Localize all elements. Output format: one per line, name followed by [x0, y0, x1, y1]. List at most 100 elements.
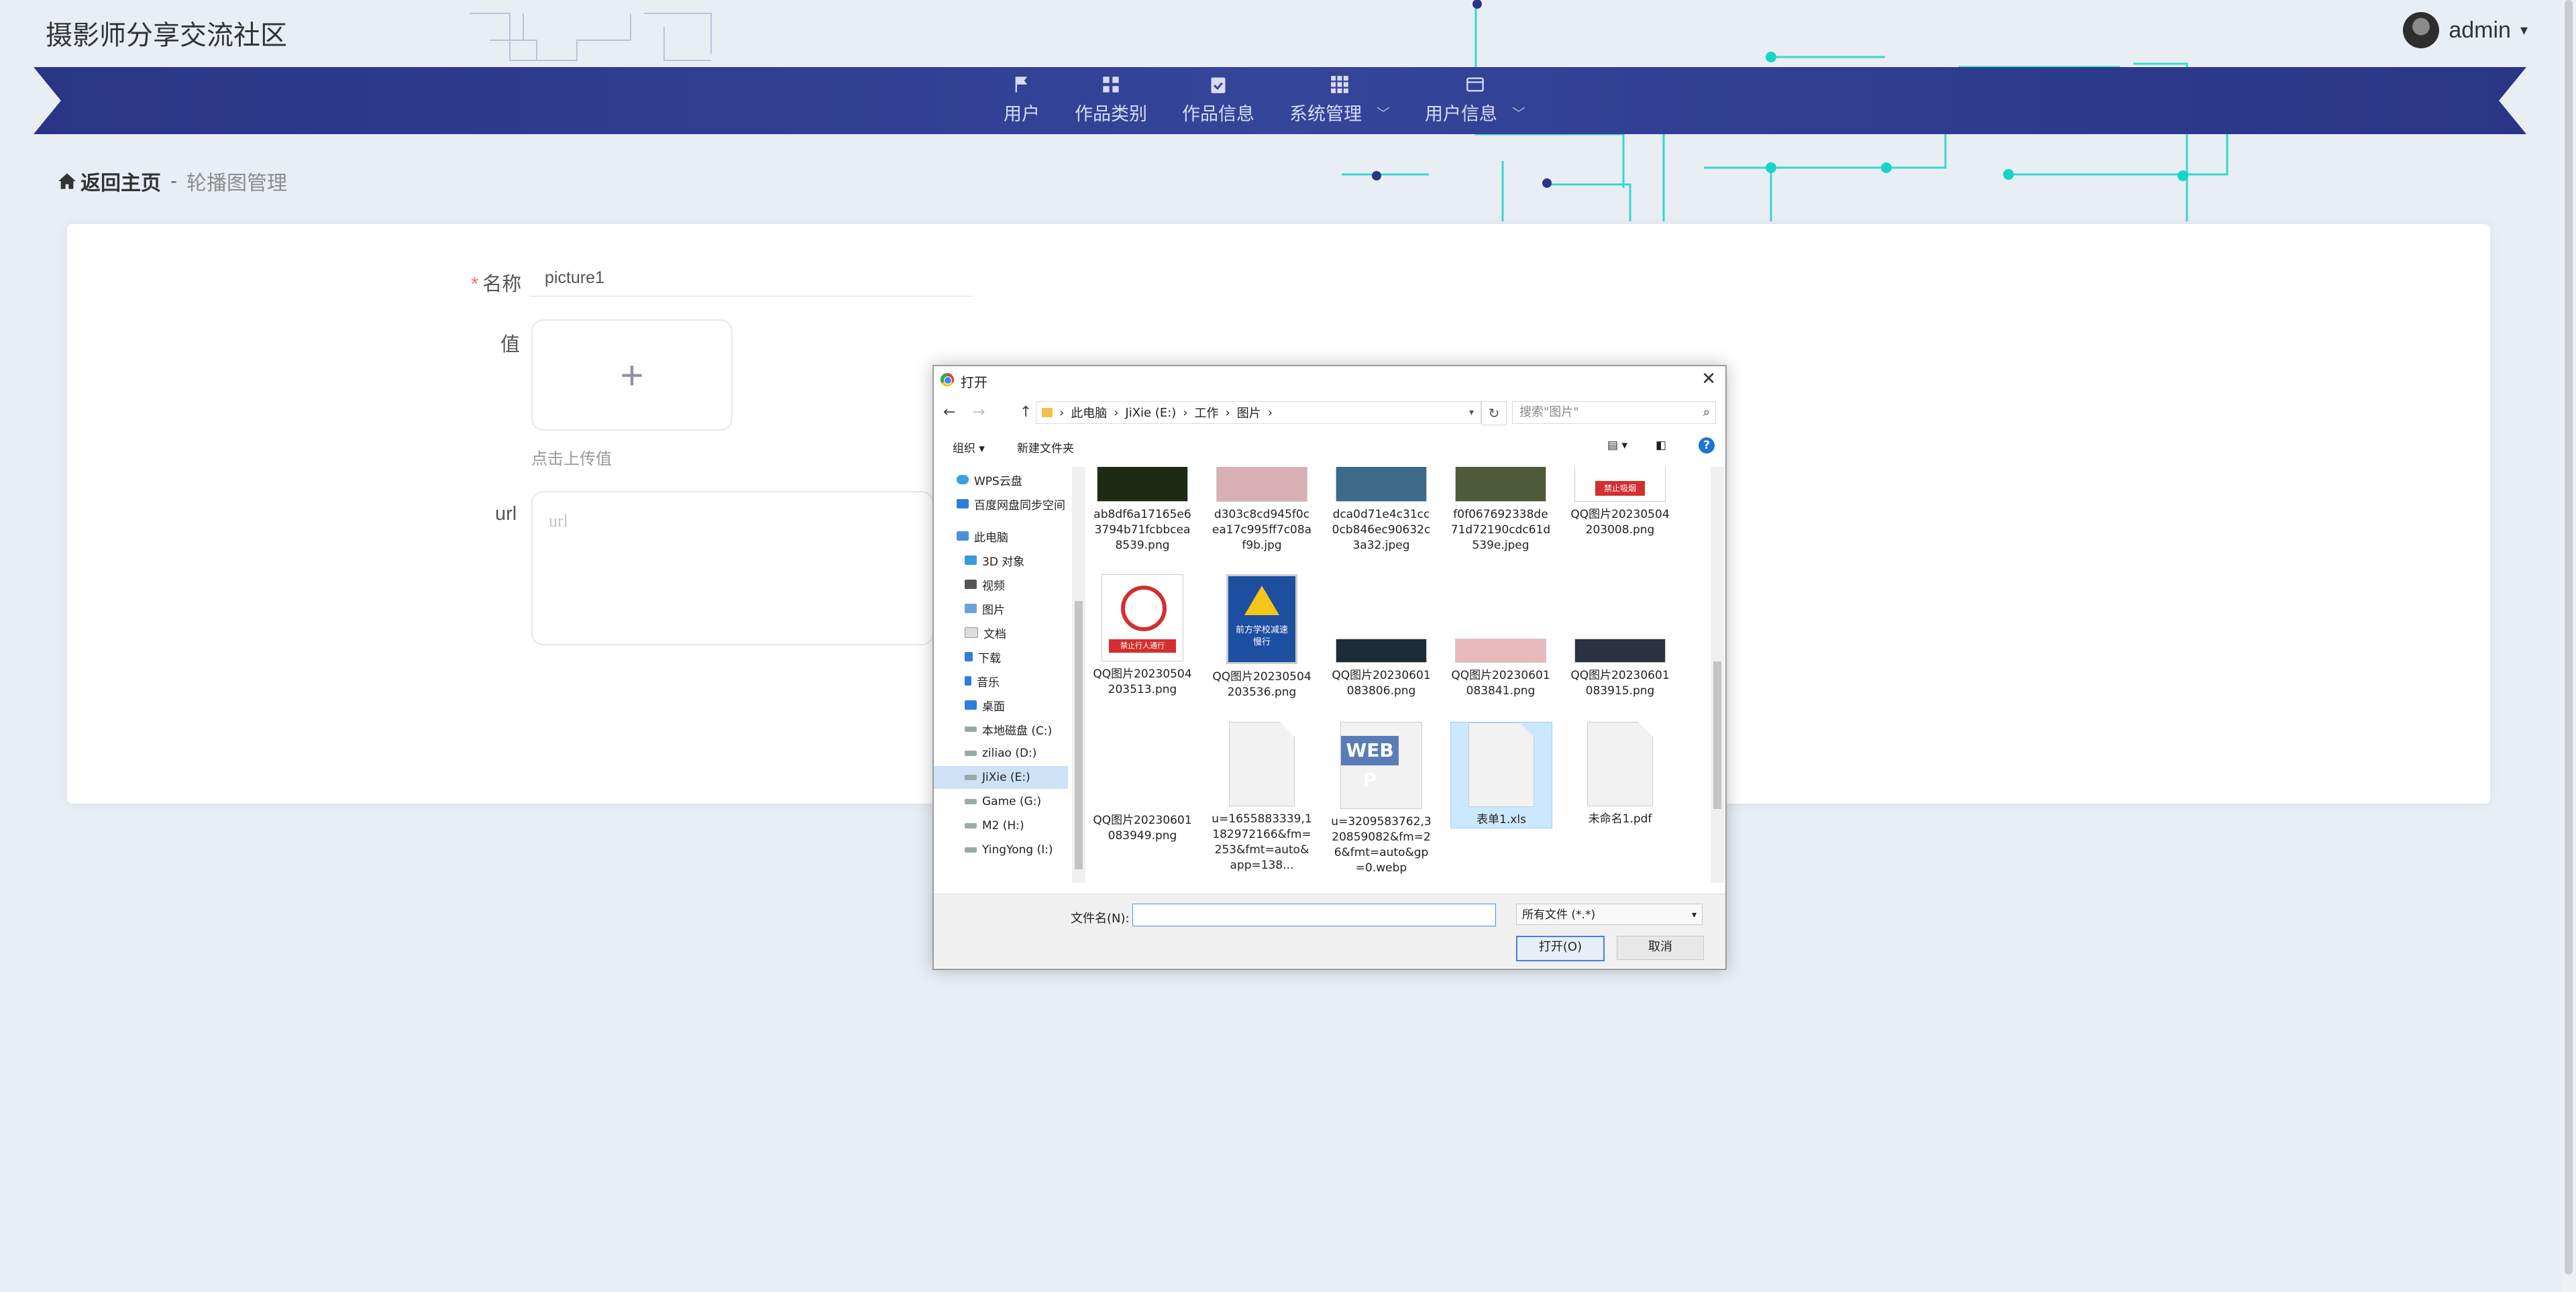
- sign-label: 禁止行人通行: [1109, 639, 1176, 653]
- name-label: * 名称: [471, 268, 521, 297]
- cloud-icon: [957, 475, 969, 484]
- cancel-button[interactable]: 取消: [1617, 936, 1704, 960]
- file-tile[interactable]: QQ图片20230601083806.png: [1331, 574, 1432, 699]
- nav-pane-item[interactable]: M2 (H:): [934, 814, 1068, 837]
- folder-icon: [1042, 408, 1053, 417]
- path-segment[interactable]: 工作: [1195, 404, 1219, 421]
- search-input[interactable]: 搜索"图片" ⌕: [1512, 401, 1716, 424]
- upload-button[interactable]: +: [531, 319, 733, 431]
- user-menu[interactable]: admin ▾: [2403, 12, 2528, 48]
- chevron-down-icon[interactable]: ▾: [1469, 407, 1474, 418]
- site-title: 摄影师分享交流社区: [46, 21, 287, 50]
- address-bar[interactable]: › 此电脑 › JiXie (E:) › 工作 › 图片 › ▾: [1036, 401, 1481, 424]
- file-tile[interactable]: u=1655883339,1182972166&fm=253&fmt=auto&…: [1212, 722, 1312, 873]
- page-scrollbar[interactable]: [2561, 0, 2576, 1292]
- nav-pane-item[interactable]: JiXie (E:): [934, 766, 1068, 789]
- path-segment[interactable]: JiXie (E:): [1125, 406, 1176, 420]
- filetype-select[interactable]: 所有文件 (*.*) ▾: [1516, 904, 1703, 925]
- nav-pane-item[interactable]: 下载: [934, 645, 1068, 668]
- nav-pane-item[interactable]: 本地磁盘 (C:): [934, 718, 1068, 741]
- nav-pane-item[interactable]: 此电脑: [934, 525, 1068, 547]
- nav-pane-label: ziliao (D:): [982, 747, 1037, 760]
- file-name: ab8df6a17165e63794b71fcbbcea8539.png: [1093, 508, 1191, 552]
- view-icon[interactable]: ▤ ▾: [1607, 439, 1627, 452]
- nav-pane-item[interactable]: 百度网盘同步空间: [934, 492, 1068, 515]
- breadcrumb-home-label: 返回主页: [80, 172, 161, 195]
- path-separator: ›: [1059, 405, 1065, 420]
- breadcrumb-separator: -: [170, 170, 177, 192]
- scrollbar-thumb[interactable]: [1075, 601, 1083, 869]
- file-list: ab8df6a17165e63794b71fcbbcea8539.png d303…: [1085, 467, 1703, 883]
- new-folder-button[interactable]: 新建文件夹: [1017, 439, 1074, 455]
- path-segment[interactable]: 图片: [1237, 404, 1261, 421]
- dialog-titlebar: 打开 ✕: [934, 366, 1725, 393]
- search-icon: ⌕: [1703, 405, 1710, 419]
- scrollbar-thumb[interactable]: [1713, 661, 1721, 809]
- scrollbar-thumb[interactable]: [2565, 0, 2573, 1275]
- file-tile[interactable]: dca0d71e4c31cc0cb846ec90632c3a32.jpeg: [1331, 467, 1432, 553]
- file-list-scrollbar[interactable]: [1711, 467, 1724, 883]
- sign-label: 前方学校减速慢行: [1235, 625, 1288, 647]
- nav-pane-item[interactable]: Game (G:): [934, 790, 1068, 813]
- file-tile[interactable]: 禁止吸烟 QQ图片20230504203008.png: [1570, 467, 1670, 538]
- file-name: 表单1.xls: [1477, 813, 1526, 826]
- file-tile[interactable]: 未命名1.pdf: [1570, 722, 1670, 827]
- file-tile[interactable]: QQ图片20230601083841.png: [1450, 574, 1551, 699]
- file-tile[interactable]: QQ图片20230601083915.png: [1570, 574, 1670, 699]
- nav-item-users[interactable]: 用户: [986, 75, 1057, 125]
- preview-pane-icon[interactable]: ◧: [1656, 439, 1666, 452]
- refresh-button[interactable]: ↻: [1481, 401, 1507, 425]
- top-header: 摄影师分享交流社区 admin ▾: [0, 0, 2576, 67]
- nav-item-user-info[interactable]: 用户信息 ﹀: [1407, 75, 1543, 125]
- file-tile[interactable]: d303c8cd945f0cea17c995ff7c08af9b.jpg: [1212, 467, 1312, 553]
- forward-button[interactable]: →: [973, 404, 985, 421]
- help-icon[interactable]: ?: [1699, 437, 1715, 453]
- file-tile[interactable]: WEBP u=3209583762,320859082&fm=26&fmt=aut…: [1331, 722, 1432, 876]
- nav-pane-item[interactable]: 桌面: [934, 694, 1068, 716]
- nav-pane-item[interactable]: WPS云盘: [934, 468, 1068, 491]
- file-tile[interactable]: 前方学校减速慢行 QQ图片20230504203536.png: [1212, 574, 1312, 700]
- close-icon[interactable]: ✕: [1701, 369, 1716, 389]
- file-tile[interactable]: QQ图片20230601083949.png: [1092, 722, 1193, 844]
- nav-pane-item[interactable]: YingYong (I:): [934, 839, 1068, 861]
- nav-item-work-category[interactable]: 作品类别: [1057, 75, 1165, 125]
- nav-item-work-info[interactable]: 作品信息: [1165, 75, 1272, 125]
- filename-label: 文件名(N):: [1071, 912, 1130, 926]
- nav-pane-item[interactable]: 视频: [934, 573, 1068, 596]
- path-separator: ›: [1225, 405, 1230, 420]
- file-tile[interactable]: 表单1.xls: [1450, 722, 1552, 828]
- nav-pane-item[interactable]: 3D 对象: [934, 549, 1068, 572]
- path-separator: ›: [1183, 405, 1188, 420]
- name-input[interactable]: picture1: [530, 259, 973, 297]
- breadcrumb-home[interactable]: 返回主页: [58, 166, 161, 196]
- image-thumbnail: [1097, 467, 1188, 502]
- value-label: 值: [500, 334, 521, 356]
- nav-item-system-management[interactable]: 系统管理 ﹀: [1272, 75, 1407, 125]
- drive-icon: [965, 775, 977, 780]
- back-button[interactable]: ←: [943, 404, 955, 421]
- url-textarea[interactable]: url: [531, 491, 934, 645]
- path-segment[interactable]: 此电脑: [1071, 404, 1107, 421]
- nav-pane-item[interactable]: 文档: [934, 621, 1068, 644]
- path-separator: ›: [1267, 405, 1273, 420]
- warning-icon: [1244, 586, 1279, 615]
- webp-badge: WEBP: [1341, 736, 1399, 791]
- file-tile[interactable]: f0f067692338de71d72190cdc61d539e.jpeg: [1450, 467, 1551, 553]
- file-tile[interactable]: ab8df6a17165e63794b71fcbbcea8539.png: [1092, 467, 1193, 553]
- file-tile[interactable]: 禁止行人通行 QQ图片20230504203513.png: [1092, 574, 1193, 698]
- nav-item-label: 系统管理: [1289, 104, 1362, 124]
- nav-pane-item[interactable]: 图片: [934, 597, 1068, 620]
- organize-button[interactable]: 组织 ▾: [953, 439, 985, 455]
- nav-pane-label: JiXie (E:): [982, 771, 1030, 784]
- file-open-dialog: 打开 ✕ ← → ↑ › 此电脑 › JiXie (E:) › 工作 › 图片 …: [932, 365, 1727, 970]
- nav-pane-item[interactable]: 音乐: [934, 669, 1068, 692]
- open-button[interactable]: 打开(O): [1516, 936, 1605, 961]
- up-button[interactable]: ↑: [1020, 404, 1032, 421]
- nav-pane-item[interactable]: ziliao (D:): [934, 742, 1068, 765]
- filename-input[interactable]: [1132, 904, 1496, 926]
- home-icon: [58, 173, 76, 189]
- webp-file-icon: WEBP: [1340, 722, 1422, 809]
- file-name: QQ图片20230504203536.png: [1212, 670, 1311, 699]
- nav-pane-scrollbar[interactable]: [1072, 467, 1085, 883]
- drive-icon: [965, 751, 977, 756]
